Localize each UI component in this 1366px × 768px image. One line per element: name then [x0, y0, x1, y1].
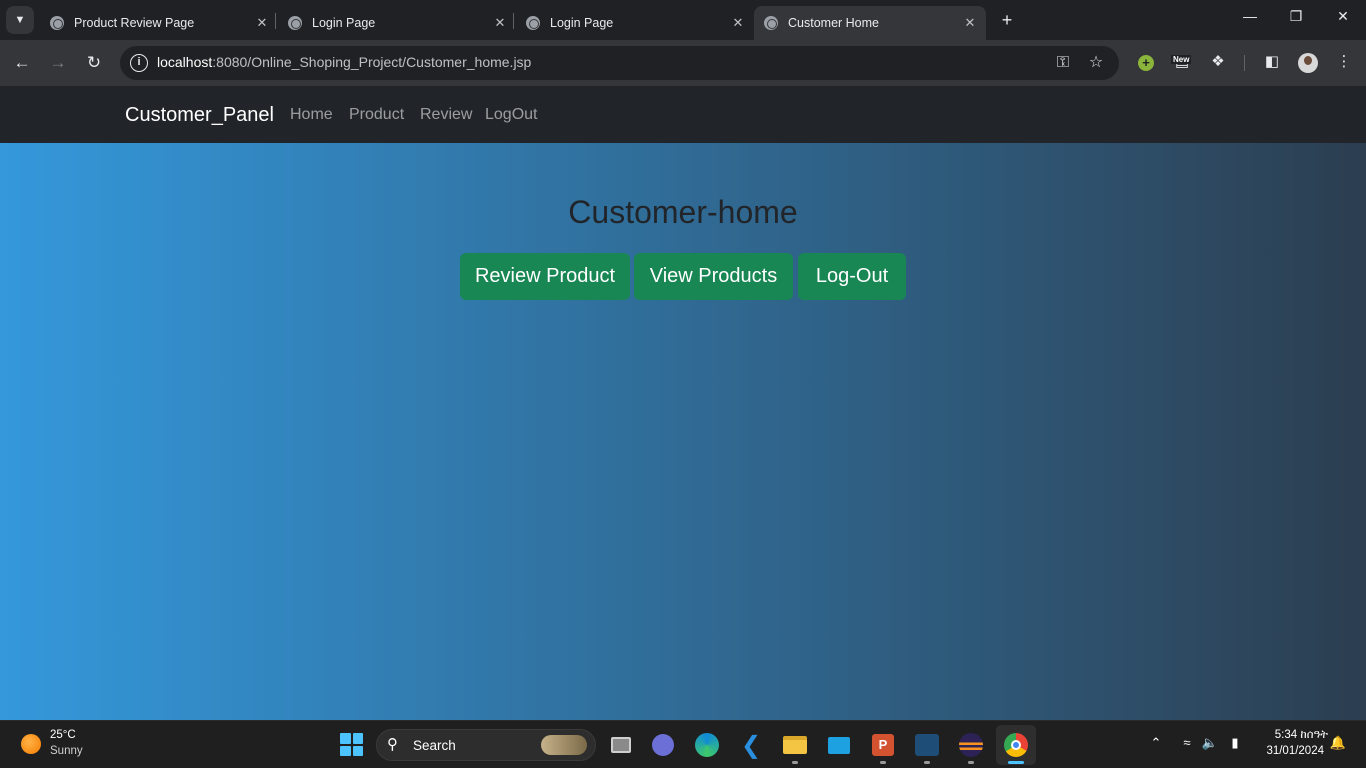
address-bar[interactable]: i localhost:8080/Online_Shoping_Project/… — [120, 46, 1119, 80]
view-products-button[interactable]: View Products — [634, 253, 793, 300]
globe-icon — [764, 16, 778, 30]
tab-product-review[interactable]: Product Review Page ✕ — [48, 6, 270, 40]
close-icon[interactable]: ✕ — [254, 15, 270, 31]
page-title: Customer-home — [568, 194, 798, 230]
navbar: Customer_Panel Home Product Review LogOu… — [0, 86, 1366, 143]
notification-bell-icon[interactable]: 🔔 — [1328, 735, 1348, 751]
globe-icon — [50, 16, 64, 30]
vscode-icon[interactable]: ❮ — [736, 730, 766, 760]
weather-condition[interactable]: Sunny — [50, 745, 83, 757]
info-icon[interactable]: i — [130, 54, 148, 72]
windows-logo-tile — [340, 745, 351, 756]
close-icon[interactable]: ✕ — [962, 15, 978, 31]
eclipse-icon[interactable] — [956, 730, 986, 760]
minimize-button[interactable]: — — [1227, 8, 1273, 24]
tab-title: Product Review Page — [74, 16, 195, 30]
tab-title: Customer Home — [788, 16, 879, 30]
extension-new-badge: New — [1171, 55, 1192, 64]
logout-button[interactable]: Log-Out — [798, 253, 906, 300]
url-host: localhost — [157, 54, 213, 70]
teams-icon[interactable] — [648, 730, 678, 760]
nav-link-home[interactable]: Home — [290, 106, 333, 124]
key-icon[interactable]: ⚿ — [1053, 53, 1073, 73]
close-icon[interactable]: ✕ — [492, 15, 508, 31]
powerpoint-icon[interactable]: P — [868, 730, 898, 760]
chevron-down-icon: ▼ — [14, 14, 26, 26]
task-view-icon[interactable] — [606, 730, 636, 760]
active-indicator — [1008, 761, 1024, 764]
review-product-button[interactable]: Review Product — [460, 253, 630, 300]
chevron-up-icon[interactable]: ⌃ — [1146, 735, 1166, 751]
running-indicator — [968, 761, 974, 764]
battery-icon[interactable]: ▮ — [1225, 735, 1245, 751]
url-text[interactable]: localhost:8080/Online_Shoping_Project/Cu… — [157, 54, 531, 70]
start-button[interactable] — [340, 733, 363, 756]
mysql-workbench-icon[interactable] — [912, 730, 942, 760]
back-icon[interactable]: ← — [11, 52, 33, 74]
new-tab-button[interactable]: + — [996, 9, 1018, 31]
running-indicator — [880, 761, 886, 764]
side-panel-icon[interactable]: ◧ — [1261, 51, 1283, 73]
tab-title: Login Page — [312, 16, 376, 30]
reload-icon[interactable]: ↻ — [83, 52, 105, 74]
windows-logo-tile — [352, 745, 363, 756]
tab-title: Login Page — [550, 16, 614, 30]
star-icon[interactable]: ☆ — [1086, 53, 1106, 73]
running-indicator — [924, 761, 930, 764]
page-body: Customer_Panel Home Product Review LogOu… — [0, 86, 1366, 720]
weather-temperature[interactable]: 25°C — [50, 729, 76, 741]
globe-icon — [526, 16, 540, 30]
chrome-icon[interactable] — [996, 725, 1036, 765]
wifi-icon[interactable]: ≈ — [1177, 735, 1197, 750]
taskbar: 25°C Sunny ⚲ Search ❮ P ⌃ ≈ 🔈 ▮ 5:34 ከሰዓ… — [0, 720, 1366, 768]
tab-customer-home[interactable]: Customer Home ✕ — [754, 6, 986, 40]
tab-search-button[interactable]: ▼ — [6, 6, 34, 34]
clock-time[interactable]: 5:34 ከሰዓት — [1258, 729, 1328, 742]
nav-link-product[interactable]: Product — [349, 106, 404, 124]
globe-icon — [288, 16, 302, 30]
browser-tab-strip: ▼ Product Review Page ✕ Login Page ✕ Log… — [0, 0, 1366, 40]
navbar-brand[interactable]: Customer_Panel — [125, 104, 274, 127]
browser-toolbar: ← → ↻ i localhost:8080/Online_Shoping_Pr… — [0, 40, 1366, 86]
forward-icon[interactable]: → — [47, 52, 69, 74]
nav-link-review[interactable]: Review — [420, 106, 472, 124]
clock-date[interactable]: 31/01/2024 — [1258, 745, 1324, 757]
tab-separator — [513, 13, 514, 29]
search-label: Search — [413, 738, 456, 753]
search-icon: ⚲ — [387, 736, 398, 753]
windows-logo-tile — [340, 733, 351, 744]
windows-logo-tile — [352, 733, 363, 744]
profile-avatar[interactable] — [1298, 53, 1318, 73]
running-indicator — [792, 761, 798, 764]
menu-icon[interactable]: ⋮ — [1333, 51, 1355, 73]
volume-icon[interactable]: 🔈 — [1200, 735, 1220, 751]
close-window-button[interactable]: ✕ — [1320, 8, 1366, 25]
puzzle-icon[interactable]: ❖ — [1207, 51, 1229, 73]
edge-icon[interactable] — [692, 730, 722, 760]
search-highlight-image — [541, 735, 587, 755]
restore-button[interactable]: ❐ — [1273, 8, 1319, 25]
extension-icon[interactable]: + — [1138, 55, 1154, 71]
close-icon[interactable]: ✕ — [730, 15, 746, 31]
taskbar-search[interactable]: ⚲ Search — [376, 729, 596, 761]
tab-separator — [275, 13, 276, 29]
file-explorer-icon[interactable] — [780, 730, 810, 760]
tab-login-1[interactable]: Login Page ✕ — [286, 6, 508, 40]
remote-desktop-icon[interactable] — [824, 730, 854, 760]
tab-login-2[interactable]: Login Page ✕ — [524, 6, 746, 40]
sun-icon[interactable] — [21, 734, 41, 754]
toolbar-separator — [1244, 55, 1245, 71]
nav-link-logout[interactable]: LogOut — [485, 106, 537, 124]
url-path: :8080/Online_Shoping_Project/Customer_ho… — [212, 54, 532, 70]
